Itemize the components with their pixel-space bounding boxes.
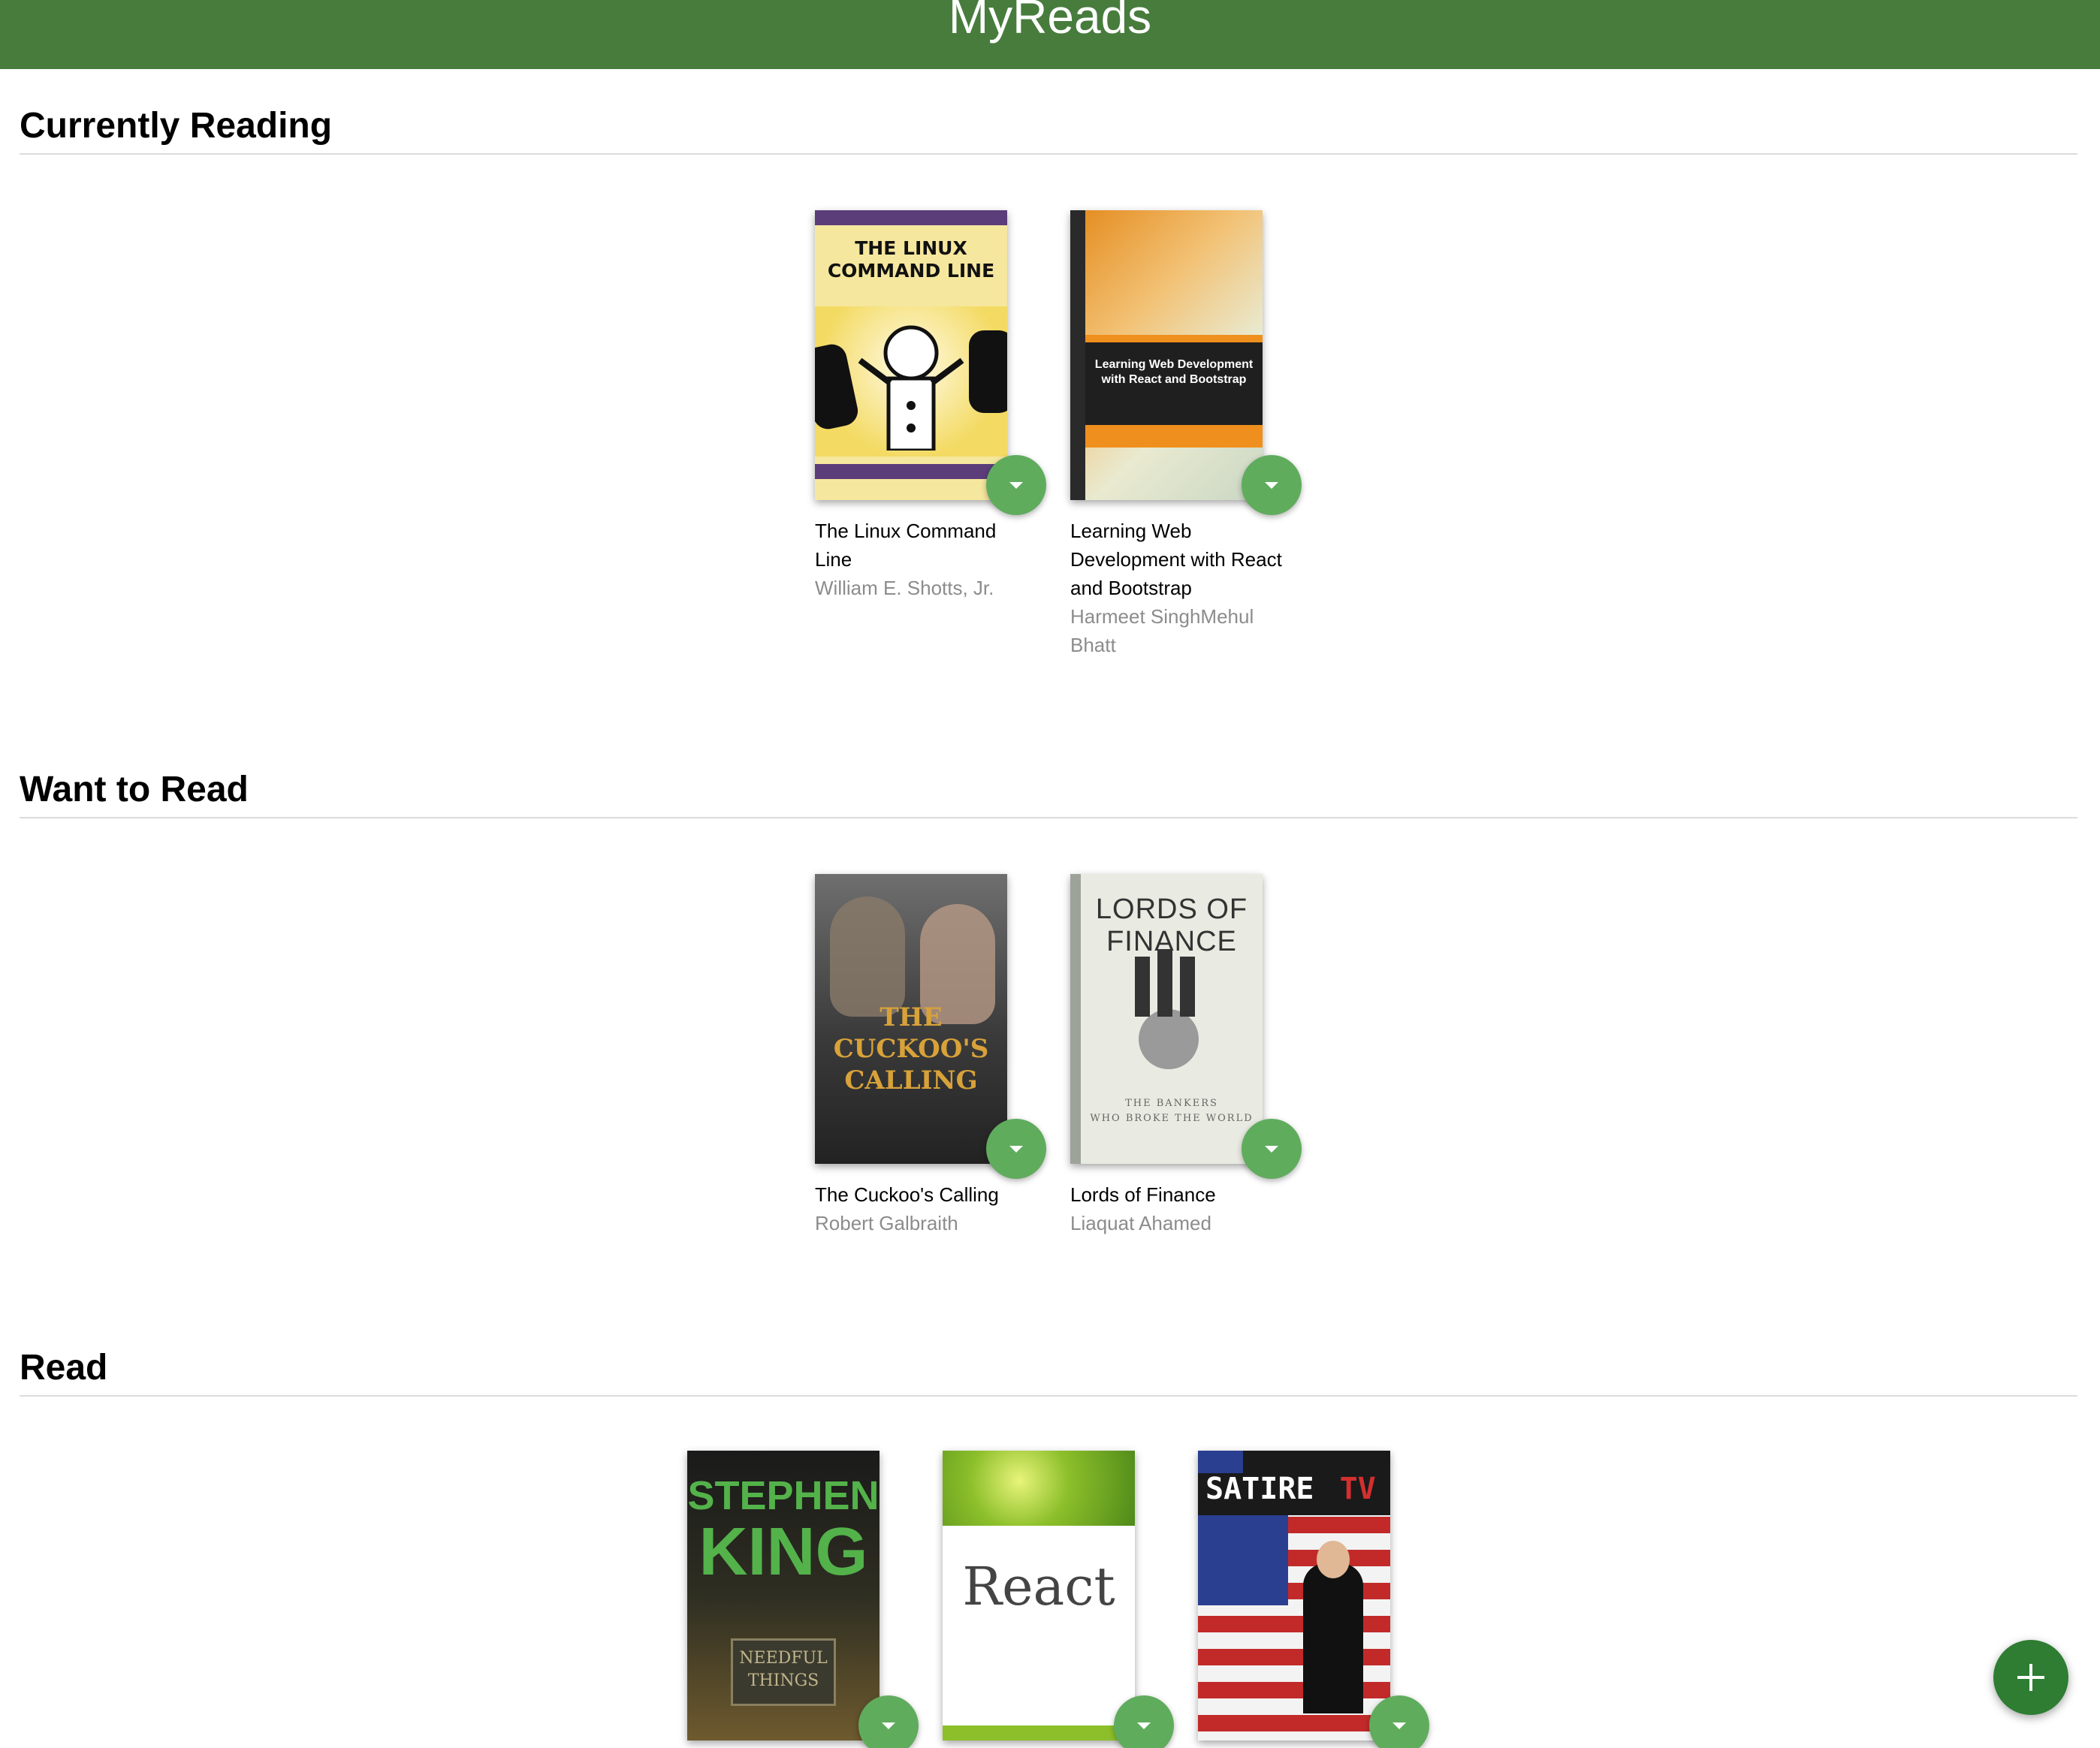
book-cover[interactable]: LORDS OF FINANCE THE BANKERS WHO BROKE T…	[1070, 874, 1263, 1164]
book-cover[interactable]: React	[943, 1451, 1135, 1740]
cover-title-line: CUCKOO'S	[833, 1034, 989, 1064]
cover-title-word: SATIRE	[1205, 1472, 1314, 1506]
shelf-changer-button[interactable]	[986, 455, 1046, 515]
cover-title-word: TV	[1339, 1472, 1376, 1506]
shelf-divider	[20, 817, 2077, 818]
book-title: The Cuckoo's Calling	[815, 1183, 999, 1206]
shelf-changer-button[interactable]	[1369, 1695, 1429, 1748]
cover-title-line: React	[962, 1556, 1115, 1617]
plus-icon	[2017, 1664, 2044, 1691]
book-cover[interactable]: Learning Web Development with React and …	[1070, 210, 1263, 500]
cover-title-line: with React and Bootstrap	[1101, 373, 1247, 386]
shelf-changer-button[interactable]	[986, 1119, 1046, 1179]
add-book-button[interactable]	[1993, 1640, 2068, 1715]
shelf-changer-button[interactable]	[1242, 1119, 1302, 1179]
cover-title-line: COMMAND LINE	[827, 260, 995, 282]
shelf-changer-button[interactable]	[1114, 1695, 1174, 1748]
cover-subtitle-line: NEEDFUL	[739, 1649, 828, 1668]
cover-title-line: Learning Web Development	[1094, 358, 1254, 371]
shelf-changer-button[interactable]	[858, 1695, 919, 1748]
book-title: The Linux Command Line	[815, 520, 997, 571]
shelf-changer-button[interactable]	[1242, 455, 1302, 515]
app-title: MyReads	[948, 0, 1152, 44]
arrow-drop-down-icon	[1009, 481, 1023, 489]
app-header: MyReads	[0, 0, 2100, 69]
arrow-drop-down-icon	[1265, 1145, 1278, 1153]
book-cover[interactable]: SATIRE TV	[1198, 1451, 1390, 1740]
shelf-divider	[20, 1395, 2077, 1397]
arrow-drop-down-icon	[1265, 481, 1278, 489]
cover-subtitle-line: THE BANKERS	[1125, 1098, 1218, 1109]
book-cover[interactable]: THE CUCKOO'S CALLING	[815, 874, 1007, 1164]
book-authors: William E. Shotts, Jr.	[815, 577, 994, 599]
globe-illustration	[1135, 949, 1199, 1069]
book-authors: Robert Galbraith	[815, 1212, 958, 1234]
shelf-title-want-to-read: Want to Read	[20, 770, 249, 809]
book-title: Learning Web Development with React and …	[1070, 520, 1282, 599]
cover-title-line: THE	[880, 1002, 943, 1032]
cover-title-line: KING	[698, 1514, 868, 1590]
shelf-divider	[20, 153, 2077, 155]
cover-title-line: STEPHEN	[687, 1473, 880, 1518]
book-cover[interactable]: THE LINUX COMMAND LINE	[815, 210, 1007, 500]
cover-subtitle-line: WHO BROKE THE WORLD	[1090, 1113, 1254, 1124]
shelf-title-currently-reading: Currently Reading	[20, 106, 333, 146]
shelf-title-read: Read	[20, 1348, 108, 1388]
book-title: Lords of Finance	[1070, 1183, 1216, 1206]
arrow-drop-down-icon	[1009, 1145, 1023, 1153]
arrow-drop-down-icon	[1392, 1722, 1406, 1729]
arrow-drop-down-icon	[882, 1722, 895, 1729]
cover-subtitle-line: THINGS	[747, 1671, 819, 1690]
arrow-drop-down-icon	[1137, 1722, 1151, 1729]
cover-title-line: THE LINUX	[855, 237, 967, 259]
robot-illustration	[815, 325, 1007, 451]
book-authors: Harmeet SinghMehul Bhatt	[1070, 605, 1254, 656]
cover-title-line: CALLING	[844, 1065, 978, 1096]
book-cover[interactable]: STEPHEN KING NEEDFUL THINGS	[687, 1451, 880, 1740]
book-authors: Liaquat Ahamed	[1070, 1212, 1211, 1234]
